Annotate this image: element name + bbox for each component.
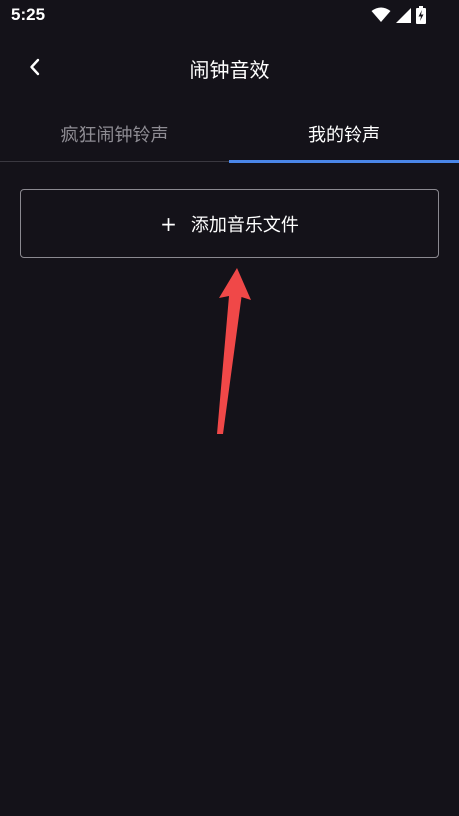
status-icons xyxy=(371,5,426,25)
plus-icon: + xyxy=(160,211,177,236)
status-bar: 5:25 xyxy=(0,0,459,32)
tab-bar: 疯狂闹钟铃声 我的铃声 xyxy=(0,104,459,163)
tab-selected-indicator xyxy=(229,160,459,163)
add-music-file-label: 添加音乐文件 xyxy=(190,214,299,236)
wifi-icon xyxy=(371,7,391,23)
tab-crazy-alarm-ringtones[interactable]: 疯狂闹钟铃声 xyxy=(0,104,229,163)
app-bar: 闹钟音效 xyxy=(0,40,459,96)
add-music-file-button[interactable]: + 添加音乐文件 xyxy=(20,189,439,258)
page-title: 闹钟音效 xyxy=(189,58,270,82)
status-time: 5:25 xyxy=(11,5,46,24)
tab-my-ringtones[interactable]: 我的铃声 xyxy=(229,104,459,163)
battery-charging-icon xyxy=(416,6,426,24)
cellular-signal-icon xyxy=(396,7,411,23)
screen: 5:25 闹钟音效 疯狂闹钟铃声 我的铃声 + 添加音乐文件 xyxy=(0,0,459,816)
